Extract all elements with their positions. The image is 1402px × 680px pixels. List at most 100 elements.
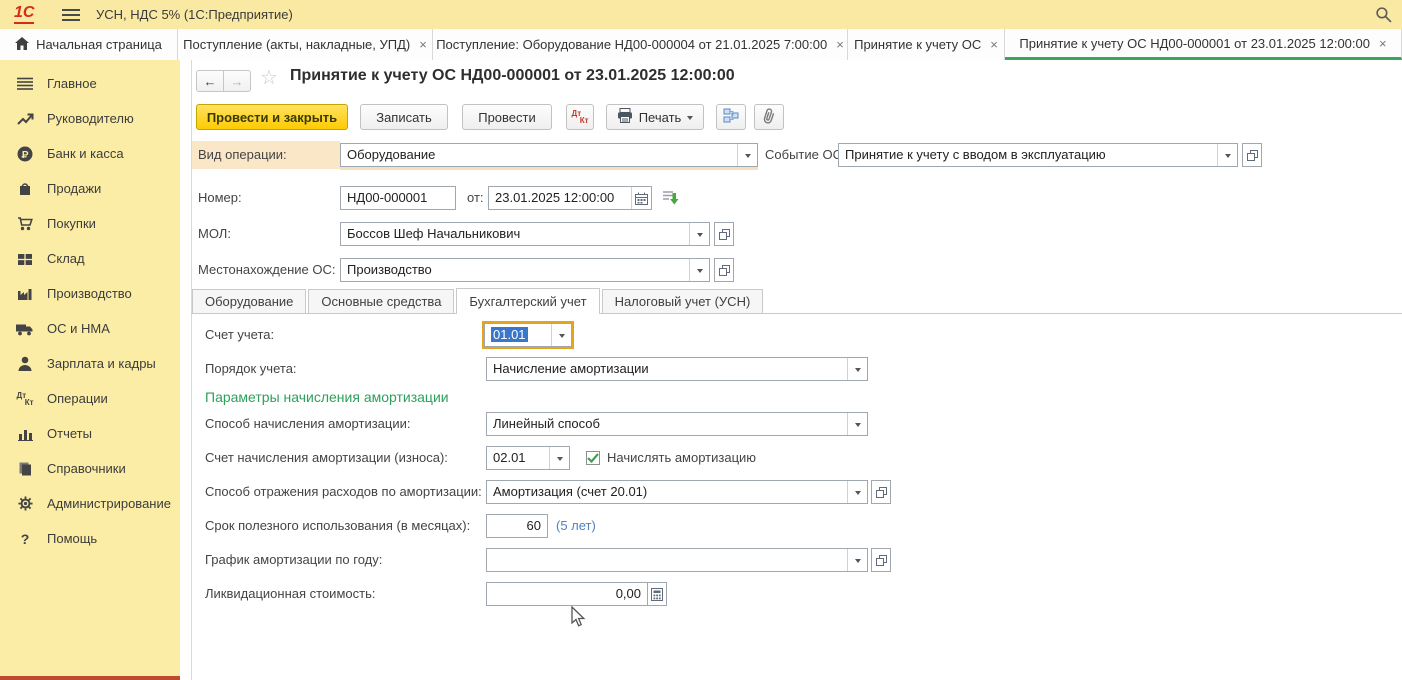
order-input[interactable]: Начисление амортизации bbox=[486, 357, 868, 381]
titlebar: 1С УСН, НДС 5% (1С:Предприятие) bbox=[0, 0, 1402, 29]
post-and-close-button[interactable]: Провести и закрыть bbox=[196, 104, 348, 130]
calendar-icon bbox=[635, 192, 648, 205]
dropdown-button[interactable] bbox=[689, 223, 709, 245]
books-icon bbox=[16, 461, 34, 476]
open-link-icon bbox=[1247, 150, 1258, 161]
tab-osnovnye-sredstva[interactable]: Основные средства bbox=[308, 289, 454, 314]
sidebar-item-spravochniki[interactable]: Справочники bbox=[0, 451, 180, 486]
os-event-label: Событие ОС: bbox=[765, 143, 846, 167]
dropdown-button[interactable] bbox=[847, 481, 867, 503]
dropdown-button[interactable] bbox=[737, 144, 757, 166]
date-input[interactable]: 23.01.2025 12:00:00 bbox=[488, 186, 652, 210]
shopping-bag-icon bbox=[16, 181, 34, 197]
open-link-icon bbox=[719, 229, 730, 240]
operation-input[interactable]: Оборудование bbox=[340, 143, 758, 167]
mol-input[interactable]: Боссов Шеф Начальникович bbox=[340, 222, 710, 246]
tab-home[interactable]: Начальная страница bbox=[0, 29, 178, 60]
paperclip-icon bbox=[762, 108, 776, 127]
sidebar-item-sklad[interactable]: Склад bbox=[0, 241, 180, 276]
menu-lines-icon bbox=[16, 77, 34, 90]
forward-button[interactable]: → bbox=[223, 70, 251, 92]
dropdown-button[interactable] bbox=[1217, 144, 1237, 166]
set-current-date-button[interactable] bbox=[662, 190, 679, 211]
schedule-open-button[interactable] bbox=[871, 548, 891, 572]
depr-account-label: Счет начисления амортизации (износа): bbox=[205, 446, 448, 470]
sidebar-item-operacii[interactable]: ДтКт Операции bbox=[0, 381, 180, 416]
method-input[interactable]: Линейный способ bbox=[486, 412, 868, 436]
dt-kt-icon: ДтКт bbox=[16, 391, 34, 407]
post-button[interactable]: Провести bbox=[462, 104, 552, 130]
print-button[interactable]: Печать bbox=[606, 104, 704, 130]
sidebar-item-administrirovanie[interactable]: Администрирование bbox=[0, 486, 180, 521]
location-open-button[interactable] bbox=[714, 258, 734, 282]
account-input[interactable]: 01.01 bbox=[484, 323, 572, 347]
sidebar-item-prodazhi[interactable]: Продажи bbox=[0, 171, 180, 206]
method-label: Способ начисления амортизации: bbox=[205, 412, 411, 436]
sidebar-item-glavnoe[interactable]: Главное bbox=[0, 66, 180, 101]
close-icon[interactable]: × bbox=[1379, 36, 1387, 51]
sidebar-item-os-i-nma[interactable]: ОС и НМА bbox=[0, 311, 180, 346]
search-icon[interactable] bbox=[1375, 6, 1392, 28]
liquidation-calc-button[interactable] bbox=[647, 582, 667, 606]
liquidation-input[interactable]: 0,00 bbox=[486, 582, 648, 606]
dropdown-button[interactable] bbox=[847, 413, 867, 435]
os-event-input[interactable]: Принятие к учету с вводом в эксплуатацию bbox=[838, 143, 1238, 167]
useful-life-input[interactable]: 60 bbox=[486, 514, 548, 538]
schedule-input[interactable] bbox=[486, 548, 868, 572]
sidebar-item-bank-i-kassa[interactable]: Р Банк и касса bbox=[0, 136, 180, 171]
calendar-button[interactable] bbox=[631, 187, 651, 209]
related-documents-button[interactable] bbox=[716, 104, 746, 130]
close-icon[interactable]: × bbox=[419, 37, 427, 52]
window-tab-bar: Начальная страница Поступление (акты, на… bbox=[0, 29, 1402, 60]
number-label: Номер: bbox=[198, 186, 242, 210]
dt-kt-icon: ДтКт bbox=[572, 109, 589, 125]
factory-icon bbox=[16, 287, 34, 301]
main-menu-icon[interactable] bbox=[62, 8, 80, 27]
useful-life-hint: (5 лет) bbox=[556, 514, 596, 538]
tab-nalogovyy-uchet[interactable]: Налоговый учет (УСН) bbox=[602, 289, 764, 314]
number-input[interactable]: НД00-000001 bbox=[340, 186, 456, 210]
window-title: УСН, НДС 5% (1С:Предприятие) bbox=[96, 7, 293, 22]
sidebar-item-proizvodstvo[interactable]: Производство bbox=[0, 276, 180, 311]
sidebar-item-pomosch[interactable]: ? Помощь bbox=[0, 521, 180, 556]
expense-method-open-button[interactable] bbox=[871, 480, 891, 504]
dropdown-button[interactable] bbox=[847, 549, 867, 571]
mol-open-button[interactable] bbox=[714, 222, 734, 246]
account-focus-ring: 01.01 bbox=[482, 321, 574, 349]
tab-prinyatie-doc[interactable]: Принятие к учету ОС НД00-000001 от 23.01… bbox=[1005, 29, 1402, 60]
chevron-down-icon bbox=[687, 116, 693, 123]
sidebar-item-rukovoditelyu[interactable]: Руководителю bbox=[0, 101, 180, 136]
tab-postuplenie-list[interactable]: Поступление (акты, накладные, УПД) × bbox=[178, 29, 433, 60]
dropdown-button[interactable] bbox=[689, 259, 709, 281]
sidebar-item-pokupki[interactable]: Покупки bbox=[0, 206, 180, 241]
dropdown-button[interactable] bbox=[549, 447, 569, 469]
sidebar-item-otchety[interactable]: Отчеты bbox=[0, 416, 180, 451]
back-button[interactable]: ← bbox=[196, 70, 224, 92]
tab-buhgalterskiy-uchet[interactable]: Бухгалтерский учет bbox=[456, 288, 599, 314]
accrue-depreciation-checkbox[interactable] bbox=[586, 451, 600, 465]
save-button[interactable]: Записать bbox=[360, 104, 448, 130]
tab-prinyatie-list[interactable]: Принятие к учету ОС × bbox=[848, 29, 1005, 60]
svg-text:Р: Р bbox=[22, 149, 29, 160]
tab-oborudovanie[interactable]: Оборудование bbox=[192, 289, 306, 314]
calculator-icon bbox=[651, 588, 663, 601]
gear-icon bbox=[16, 496, 34, 511]
liquidation-label: Ликвидационная стоимость: bbox=[205, 582, 375, 606]
close-icon[interactable]: × bbox=[836, 37, 844, 52]
attachments-button[interactable] bbox=[754, 104, 784, 130]
location-input[interactable]: Производство bbox=[340, 258, 710, 282]
show-postings-dtkt-button[interactable]: ДтКт bbox=[566, 104, 594, 130]
shopping-cart-icon bbox=[16, 216, 34, 231]
mol-label: МОЛ: bbox=[198, 222, 231, 246]
os-event-open-button[interactable] bbox=[1242, 143, 1262, 167]
dropdown-button[interactable] bbox=[847, 358, 867, 380]
page-title: Принятие к учету ОС НД00-000001 от 23.01… bbox=[290, 67, 735, 85]
depr-account-input[interactable]: 02.01 bbox=[486, 446, 570, 470]
favorite-star-icon[interactable]: ☆ bbox=[260, 65, 278, 90]
dropdown-button[interactable] bbox=[551, 324, 571, 346]
tab-postuplenie-doc[interactable]: Поступление: Оборудование НД00-000004 от… bbox=[433, 29, 848, 60]
sidebar-item-zarplata-i-kadry[interactable]: Зарплата и кадры bbox=[0, 346, 180, 381]
printer-icon bbox=[617, 108, 633, 126]
close-icon[interactable]: × bbox=[990, 37, 998, 52]
expense-method-input[interactable]: Амортизация (счет 20.01) bbox=[486, 480, 868, 504]
